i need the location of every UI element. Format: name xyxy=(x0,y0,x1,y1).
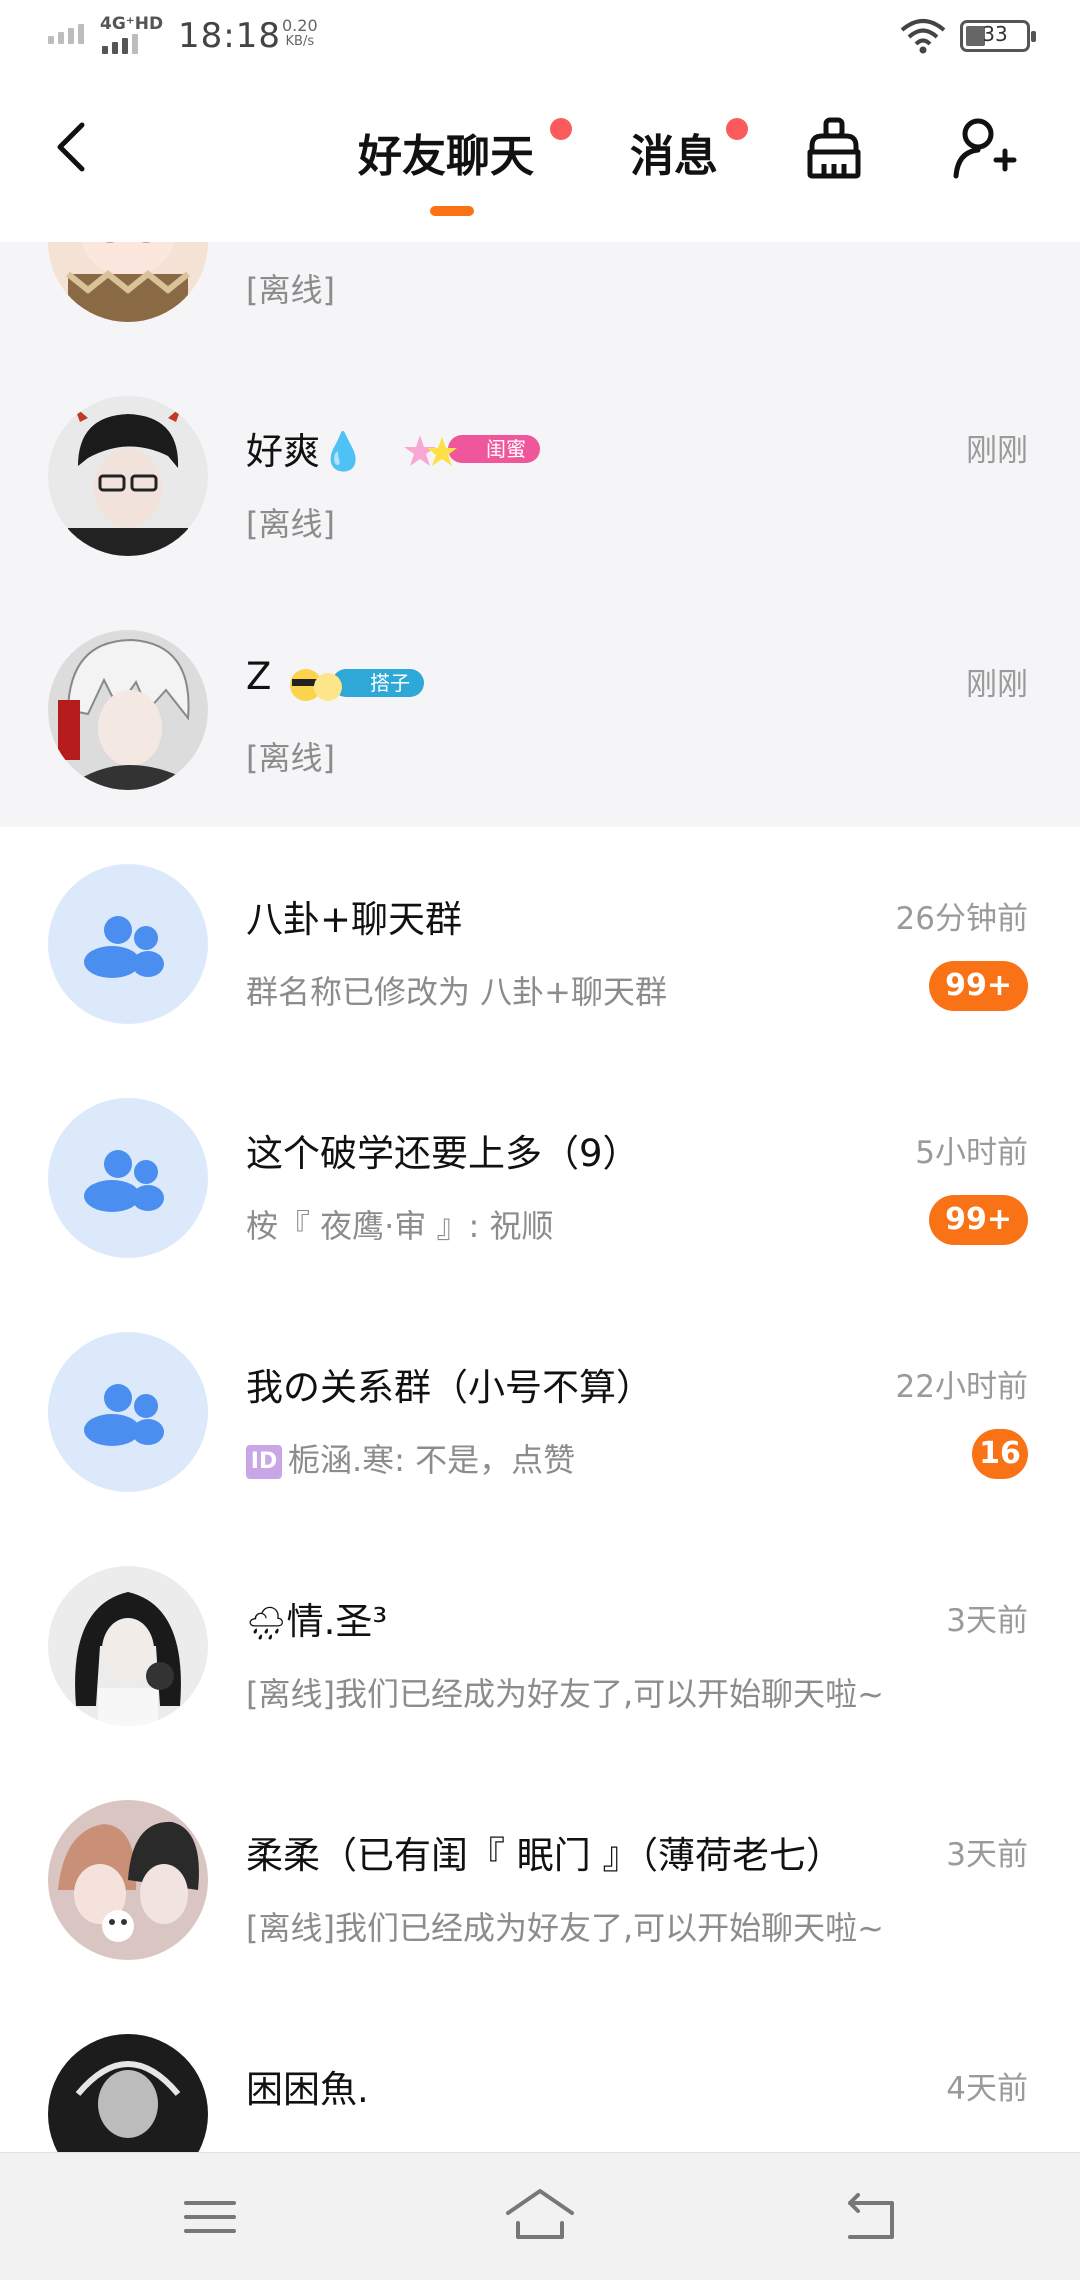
cloud-rain-icon: 🌧 xyxy=(246,1604,287,1642)
group-icon xyxy=(84,1150,164,1212)
avatar xyxy=(48,630,208,790)
network-speed: 0.20 KB/s xyxy=(282,18,318,50)
group-icon xyxy=(84,916,164,978)
chat-row[interactable]: 🌧情.圣³ 3天前 [离线]我们已经成为好友了,可以开始聊天啦~ xyxy=(0,1529,1080,1763)
chat-time: 3天前 xyxy=(946,1603,1028,1639)
chat-name: 八卦+聊天群 xyxy=(246,898,463,941)
id-chip: ID xyxy=(246,1445,282,1479)
relationship-tag: 闺蜜 xyxy=(400,431,540,467)
clock: 18:18 xyxy=(178,16,281,56)
group-avatar xyxy=(48,864,208,1024)
chat-name: 这个破学还要上多（9） xyxy=(246,1132,640,1175)
chat-time: 5小时前 xyxy=(915,1135,1028,1171)
chat-name: 🌧情.圣³ xyxy=(246,1591,387,1645)
chat-time: 4天前 xyxy=(946,2071,1028,2107)
chat-message: [离线] xyxy=(246,505,335,543)
avatar xyxy=(48,2034,208,2152)
tab-messages[interactable]: 消息 xyxy=(630,120,718,184)
chat-message: [离线]我们已经成为好友了,可以开始聊天啦~ xyxy=(246,1675,884,1713)
avatar xyxy=(48,1566,208,1726)
chat-name: Z xyxy=(246,655,272,698)
signal-2-icon xyxy=(102,34,138,54)
chat-name: 好爽💧 xyxy=(246,430,367,473)
active-tab-indicator xyxy=(430,206,474,216)
chat-name: 我の关系群（小号不算） xyxy=(246,1366,653,1409)
chat-message: [离线] xyxy=(246,271,335,309)
back-nav-icon[interactable] xyxy=(834,2183,906,2251)
chat-row[interactable]: Z 搭子 刚刚 [离线] xyxy=(0,593,1080,827)
chat-row[interactable]: 好爽💧 闺蜜 刚刚 [离线] xyxy=(0,359,1080,593)
tab-friend-chat-dot xyxy=(550,118,572,140)
chat-row[interactable]: 我の关系群（小号不算） 22小时前 ID 栀涵.寒: 不是，点赞 16 xyxy=(0,1295,1080,1529)
unread-badge: 99+ xyxy=(929,1195,1028,1245)
back-icon[interactable] xyxy=(50,117,94,177)
menu-icon[interactable] xyxy=(174,2183,246,2251)
unread-badge: 16 xyxy=(972,1429,1028,1479)
add-friend-icon[interactable] xyxy=(948,112,1020,184)
cool-emoji-icon xyxy=(290,669,342,701)
group-avatar xyxy=(48,1098,208,1258)
chat-name-text: 情.圣³ xyxy=(286,1600,388,1643)
chat-name: 困困魚. xyxy=(246,2068,369,2111)
chat-time: 刚刚 xyxy=(966,433,1028,469)
tab-friend-chat[interactable]: 好友聊天 xyxy=(358,120,534,184)
avatar xyxy=(48,242,208,322)
battery-icon: 33 xyxy=(960,20,1036,52)
avatar xyxy=(48,1800,208,1960)
chat-message: [离线]我们已经成为好友了,可以开始聊天啦~ xyxy=(246,1909,884,1947)
chat-message: [离线] xyxy=(246,739,335,777)
chat-row[interactable]: [离线] xyxy=(0,242,1080,359)
group-avatar xyxy=(48,1332,208,1492)
tab-messages-dot xyxy=(726,118,748,140)
chat-list[interactable]: [离线] 好爽💧 闺蜜 刚刚 [离线] Z 搭子 刚刚 [离线] 八卦+聊天群 … xyxy=(0,242,1080,2152)
chat-row[interactable]: 困困魚. 4天前 xyxy=(0,1997,1080,2152)
chat-time: 3天前 xyxy=(946,1837,1028,1873)
header: 好友聊天 消息 xyxy=(0,72,1080,242)
network-type: 4G⁺HD xyxy=(100,14,164,34)
chat-message: 桉『 夜鹰·审 』: 祝顺 xyxy=(246,1207,554,1245)
avatar xyxy=(48,396,208,556)
chat-message-text: 栀涵.寒: 不是，点赞 xyxy=(288,1441,576,1479)
chat-message: ID 栀涵.寒: 不是，点赞 xyxy=(246,1435,575,1481)
speed-value: 0.20 xyxy=(282,16,318,35)
signal-1-icon xyxy=(48,24,84,44)
relationship-tag: 搭子 xyxy=(284,665,424,701)
chat-time: 刚刚 xyxy=(966,667,1028,703)
battery-level: 33 xyxy=(982,22,1008,46)
chat-row[interactable]: 柔柔（已有闺『 眠门 』（薄荷老七） 3天前 [离线]我们已经成为好友了,可以开… xyxy=(0,1763,1080,1997)
chat-time: 26分钟前 xyxy=(895,901,1028,937)
system-nav-bar xyxy=(0,2152,1080,2280)
chat-row[interactable]: 八卦+聊天群 26分钟前 群名称已修改为 八卦+聊天群 99+ xyxy=(0,827,1080,1061)
star-friends-icon xyxy=(404,435,457,466)
group-icon xyxy=(84,1384,164,1446)
home-icon[interactable] xyxy=(504,2183,576,2251)
status-bar: 4G⁺HD 18:18 0.20 KB/s 33 xyxy=(0,0,1080,72)
wifi-icon xyxy=(900,19,946,54)
broom-clean-icon[interactable] xyxy=(798,112,870,184)
chat-time: 22小时前 xyxy=(895,1369,1028,1405)
chat-row[interactable]: 这个破学还要上多（9） 5小时前 桉『 夜鹰·审 』: 祝顺 99+ xyxy=(0,1061,1080,1295)
chat-name: 柔柔（已有闺『 眠门 』（薄荷老七） xyxy=(246,1834,844,1877)
unread-badge: 99+ xyxy=(929,961,1028,1011)
chat-message: 群名称已修改为 八卦+聊天群 xyxy=(246,973,667,1011)
speed-unit: KB/s xyxy=(285,34,315,49)
